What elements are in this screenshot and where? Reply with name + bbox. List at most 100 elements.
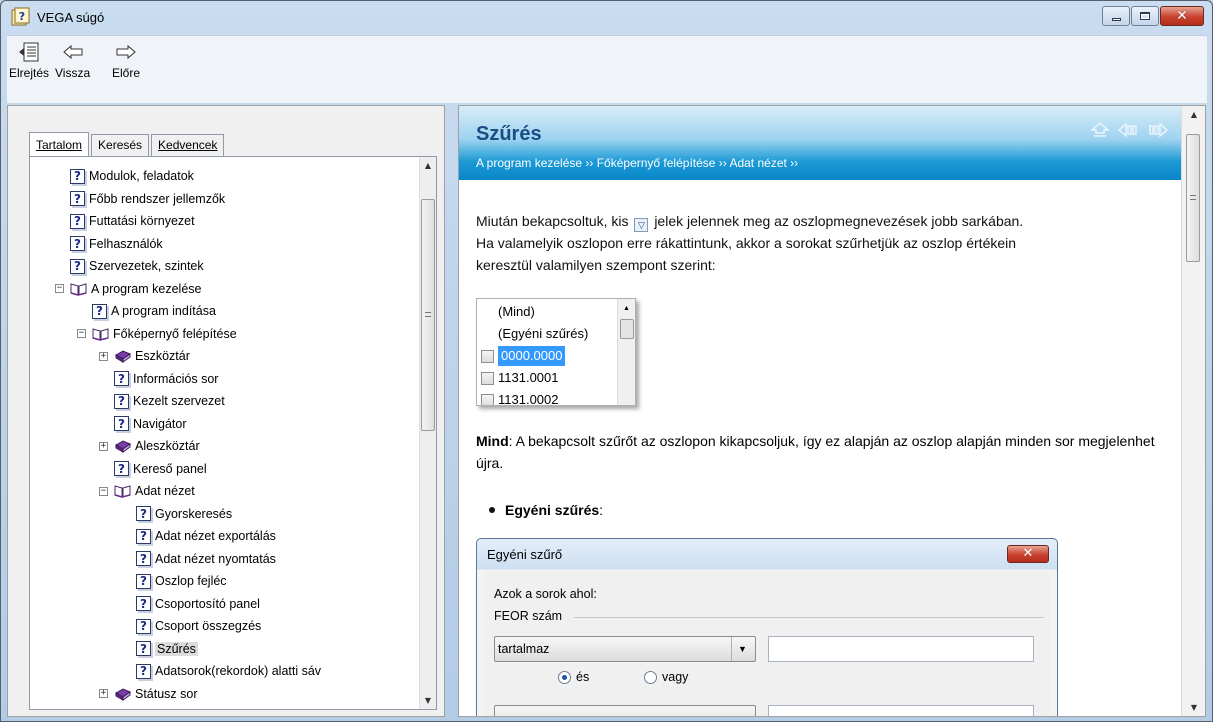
intro-text-1: Miután bekapcsoltuk, kis	[476, 213, 629, 229]
home-up-icon[interactable]	[1091, 122, 1109, 138]
tree-item[interactable]: ? Adat nézet nyomtatás	[30, 548, 422, 571]
tree-item[interactable]: ? Oszlop fejléc	[30, 570, 422, 593]
tree-item[interactable]: ? Kezelt szervezet	[30, 390, 422, 413]
tree-item[interactable]: ? Navigátor	[30, 413, 422, 436]
filter-item-all-label: (Mind)	[498, 304, 535, 319]
collapse-minus-icon[interactable]: −	[99, 486, 108, 496]
help-page-icon: ?	[70, 168, 85, 184]
forward-button[interactable]: Előre	[112, 40, 140, 80]
toolbar: Elrejtés Vissza Előre	[7, 35, 1207, 103]
back-button[interactable]: Vissza	[55, 40, 90, 80]
tree-item[interactable]: ? Információs sor	[30, 368, 422, 391]
expand-plus-icon[interactable]: +	[99, 689, 108, 699]
dialog-operator-value: tartalmaz	[498, 642, 550, 656]
tree-item[interactable]: ? Csoport összegzés	[30, 615, 422, 638]
tab-favorites-label: Kedvencek	[158, 138, 218, 152]
collapse-minus-icon[interactable]: −	[77, 329, 86, 339]
topic-scrollbar[interactable]: ▲ ▼	[1181, 106, 1205, 716]
tab-search-label: Keresés	[98, 138, 143, 152]
hide-label: Elrejtés	[9, 66, 50, 80]
breadcrumb[interactable]: A program kezelése ›› Főképernyő felépít…	[476, 156, 798, 170]
topic-scroll-down-icon[interactable]: ▼	[1186, 699, 1202, 716]
tree-item-label: Főképernyő felépítése	[113, 326, 237, 341]
tree-item[interactable]: ? Futtatási környezet	[30, 210, 422, 233]
tree-item[interactable]: − Főképernyő felépítése	[30, 323, 422, 346]
filter-item-custom: (Egyéni szűrés)	[477, 323, 617, 345]
tree-item[interactable]: ? Kereső panel	[30, 458, 422, 481]
expand-plus-icon[interactable]: +	[99, 441, 108, 451]
tree-item-label: Adatsorok(rekordok) alatti sáv	[155, 664, 322, 679]
help-page-icon: ?	[136, 641, 151, 657]
tab-contents-label: Tartalom	[36, 138, 83, 152]
bullet-dot	[489, 507, 495, 513]
tree-item[interactable]: ? Adat nézet exportálás	[30, 525, 422, 548]
tree-item[interactable]: − Adat nézet	[30, 480, 422, 503]
tree-item-label: Modulok, feladatok	[89, 169, 194, 184]
checkbox-icon	[481, 393, 494, 405]
maximize-button[interactable]	[1131, 6, 1159, 26]
filter-item-1131-0002: 1131.0002	[477, 389, 617, 405]
tab-search[interactable]: Keresés	[91, 134, 150, 156]
tree-item-label: Szervezetek, szintek	[89, 259, 204, 274]
tree-item[interactable]: ? Szűrés	[30, 638, 422, 661]
forward-arrow-icon	[116, 44, 136, 60]
tab-contents[interactable]: Tartalom	[29, 132, 90, 156]
dialog-operator-select-2	[494, 705, 756, 716]
book-closed-icon	[114, 688, 131, 701]
chevron-down-icon: ▼	[731, 637, 753, 661]
topic-scroll-thumb[interactable]	[1186, 134, 1200, 262]
tree-item[interactable]: + Státusz sor	[30, 683, 422, 706]
back-label: Vissza	[55, 66, 91, 80]
intro-text-2: jelek jelennek meg az oszlopmegnevezések…	[654, 213, 1024, 229]
dialog-body: Azok a sorok ahol: FEOR szám tartalmaz ▼…	[484, 571, 1050, 716]
scroll-down-icon[interactable]: ▼	[420, 692, 436, 709]
filter-scroll-up-icon: ▲	[623, 305, 630, 312]
dialog-rows-label: Azok a sorok ahol:	[494, 587, 597, 601]
tree-item[interactable]: ? Felhasználók	[30, 233, 422, 256]
topic-intro: Miután bekapcsoltuk, kis ▽ jelek jelenne…	[476, 210, 1176, 276]
topic-scroll-up-icon[interactable]: ▲	[1186, 106, 1202, 123]
minimize-button[interactable]	[1102, 6, 1130, 26]
scroll-up-icon[interactable]: ▲	[420, 157, 436, 174]
previous-topic-icon[interactable]	[1117, 122, 1139, 138]
next-topic-icon[interactable]	[1147, 122, 1169, 138]
tree-item[interactable]: ? Csoportosító panel	[30, 593, 422, 616]
book-closed-icon	[114, 440, 131, 454]
tree-item-label: Csoportosító panel	[155, 596, 260, 611]
tree-scrollbar[interactable]: ▲ ▼	[419, 157, 436, 709]
tree-item[interactable]: ? Gyorskeresés	[30, 503, 422, 526]
filter-item-custom-label: (Egyéni szűrés)	[498, 326, 589, 341]
tree-item[interactable]: ? A program indítása	[30, 300, 422, 323]
intro-line-3: keresztül valamilyen szempont szerint:	[476, 257, 716, 273]
filter-dropdown-example: (Mind) (Egyéni szűrés) 0000.0000 1131.00…	[476, 298, 636, 406]
filter-item-all: (Mind)	[477, 301, 617, 323]
tree-item-label: Szűrés	[155, 641, 198, 656]
window-title: VEGA súgó	[37, 10, 105, 25]
tree-item[interactable]: ? Adatsorok(rekordok) alatti sáv	[30, 660, 422, 683]
tree-item[interactable]: ? Modulok, feladatok	[30, 165, 422, 188]
tree-item[interactable]: ? Főbb rendszer jellemzők	[30, 188, 422, 211]
mind-text: : A bekapcsolt szűrőt az oszlopon kikapc…	[476, 433, 1155, 471]
tree-item[interactable]: ? Szervezetek, szintek	[30, 255, 422, 278]
tree-item-label: Futtatási környezet	[89, 214, 195, 229]
dialog-radio-and: és	[558, 670, 589, 684]
tree-item-label: A program kezelése	[91, 281, 202, 296]
expand-plus-icon[interactable]: +	[99, 351, 108, 361]
tree-item[interactable]: − A program kezelése	[30, 278, 422, 301]
tree-scroll-thumb[interactable]	[421, 199, 435, 431]
close-button[interactable]: ✕	[1160, 6, 1204, 26]
tree-item-label: Kereső panel	[133, 461, 207, 476]
help-page-icon: ?	[70, 236, 85, 252]
tree-item-label: Státusz sor	[135, 686, 198, 701]
tree-item[interactable]: + Eszköztár	[30, 345, 422, 368]
bullet-custom-filter: Egyéni szűrés:	[489, 502, 603, 518]
tree-item-label: Adat nézet exportálás	[155, 529, 276, 544]
help-page-icon: ?	[136, 528, 151, 544]
dialog-operator-select: tartalmaz ▼	[494, 636, 756, 662]
tree-item-label: Navigátor	[133, 416, 187, 431]
dialog-value-input-2	[768, 705, 1034, 716]
tab-favorites[interactable]: Kedvencek	[151, 134, 225, 156]
collapse-minus-icon[interactable]: −	[55, 284, 64, 294]
hide-button[interactable]: Elrejtés	[9, 40, 49, 80]
tree-item[interactable]: + Aleszköztár	[30, 435, 422, 458]
